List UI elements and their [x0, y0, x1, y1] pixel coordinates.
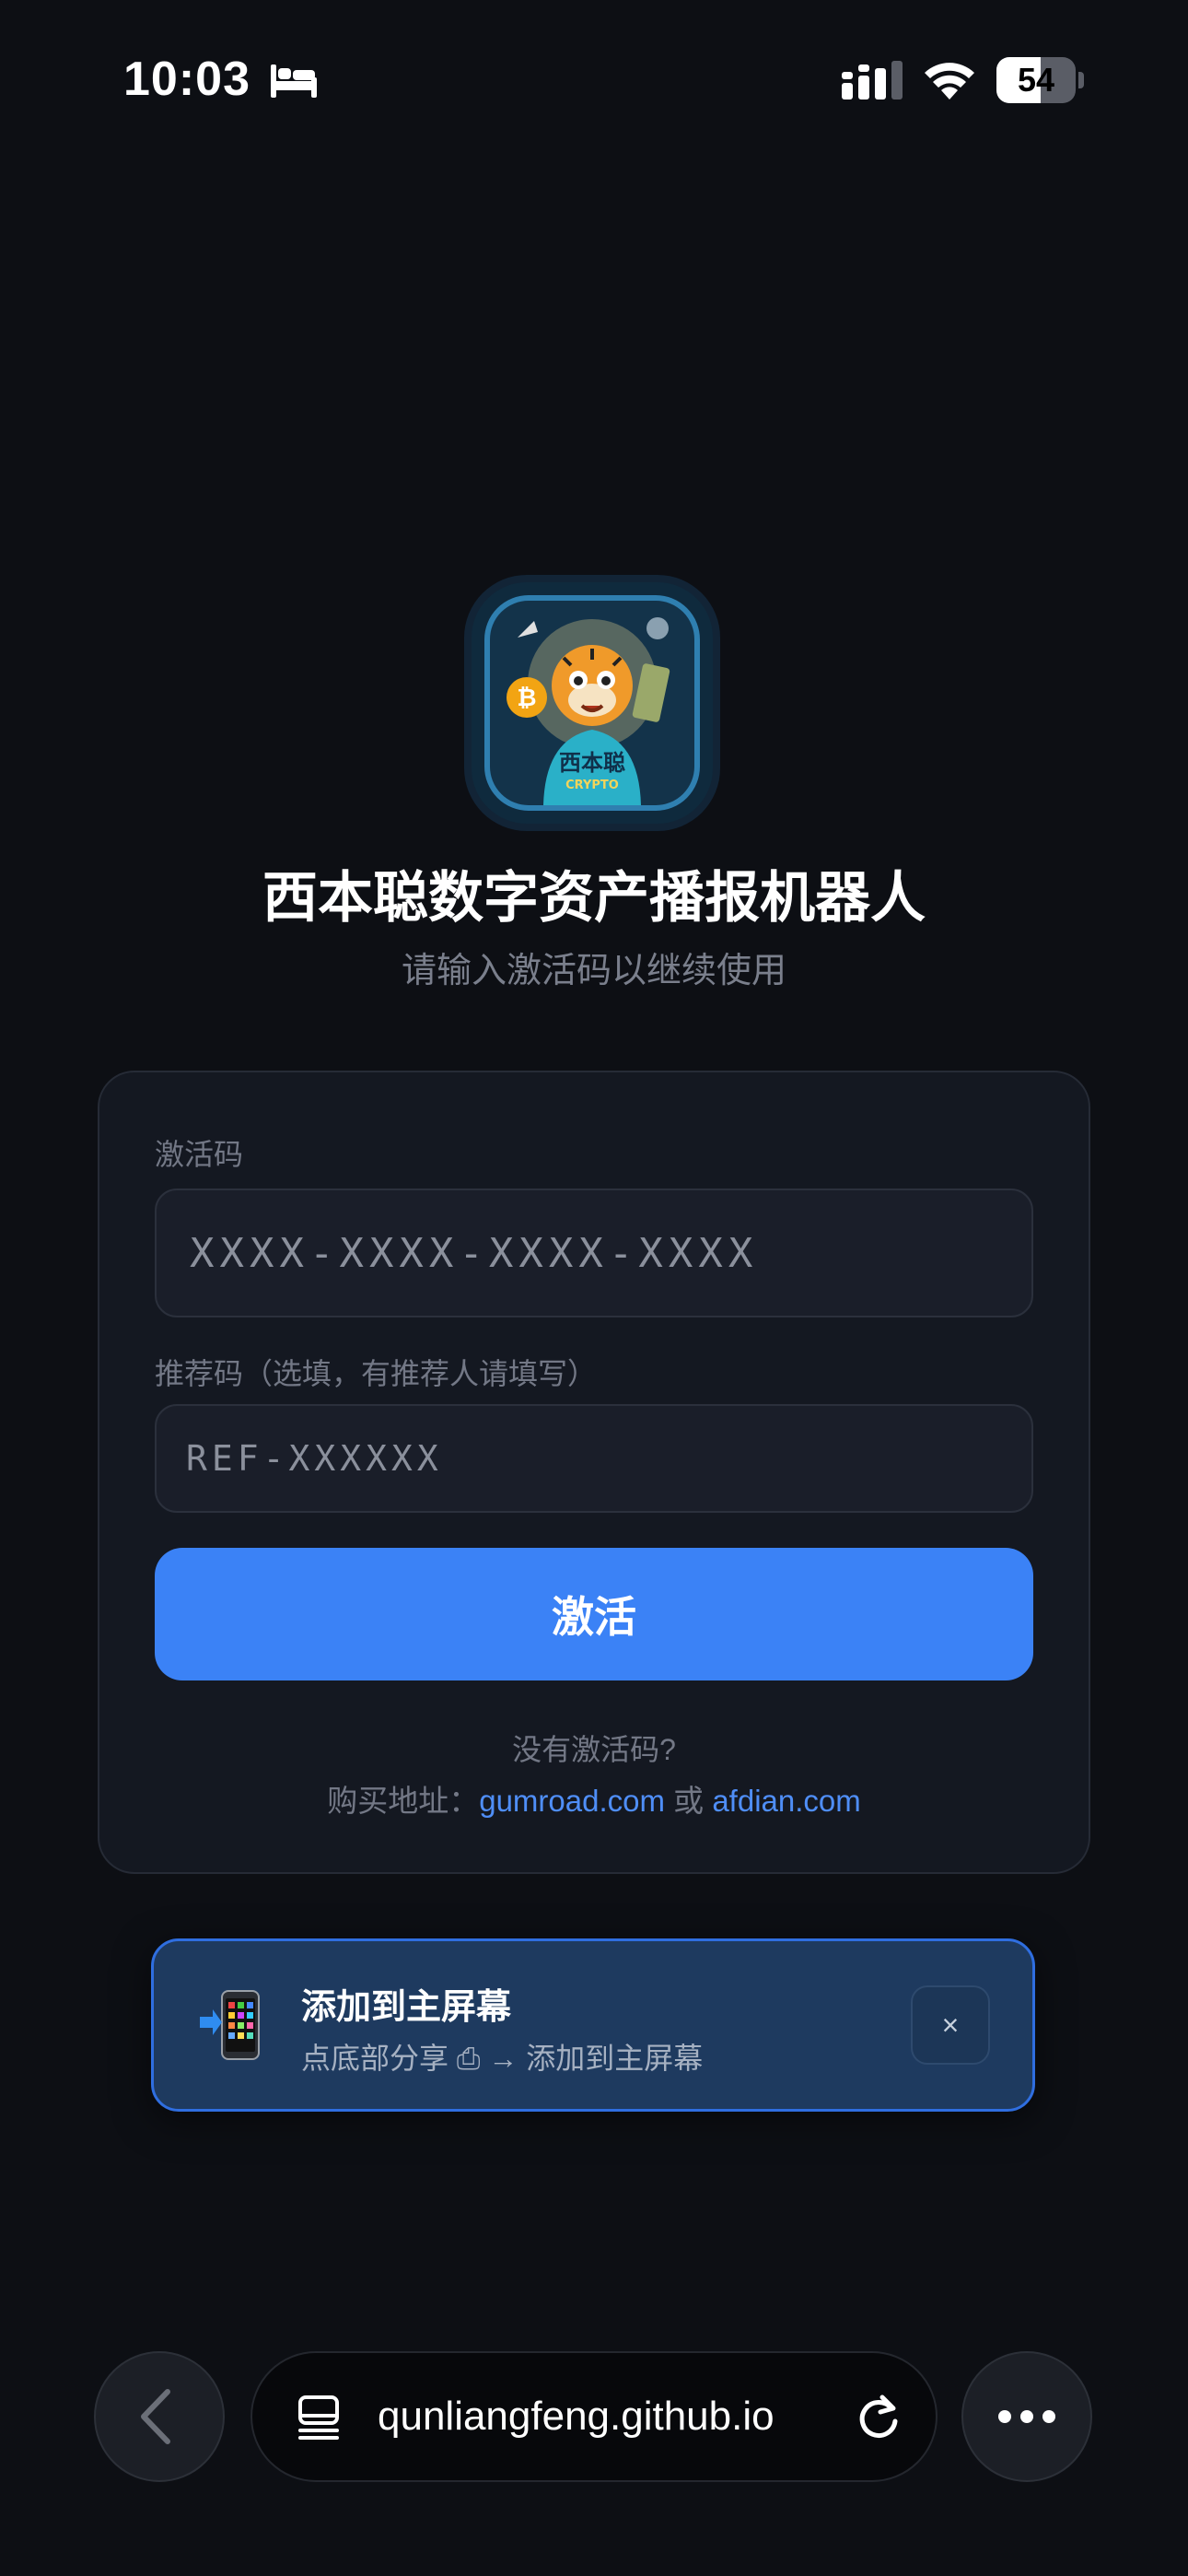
afdian-link[interactable]: afdian.com — [712, 1784, 860, 1818]
logo-subtext: CRYPTO — [565, 779, 619, 792]
reload-icon[interactable] — [855, 2394, 903, 2441]
browser-back-button[interactable] — [94, 2351, 225, 2482]
battery-level: 54 — [1017, 61, 1055, 99]
url-text: qunliangfeng.github.io — [378, 2394, 775, 2439]
activation-code-label: 激活码 — [155, 1138, 244, 1171]
purchase-or: 或 — [664, 1784, 713, 1818]
app-subtitle: 请输入激活码以继续使用 — [401, 952, 786, 990]
activation-code-input[interactable] — [155, 1188, 1033, 1317]
svg-text:₿: ₿ — [517, 685, 536, 712]
referral-code-label: 推荐码（选填，有推荐人请填写） — [155, 1357, 598, 1390]
cellular-signal-icon — [842, 61, 903, 100]
address-bar[interactable]: qunliangfeng.github.io — [250, 2351, 938, 2482]
sleep-focus-icon — [271, 64, 317, 98]
tabs-icon — [298, 2395, 339, 2440]
wifi-icon — [925, 63, 974, 100]
logo-text: 西本聪 — [559, 750, 625, 776]
banner-description: 点底部分享 ⎙ → 添加到主屏幕 — [301, 2042, 704, 2075]
more-options-button[interactable] — [961, 2351, 1092, 2482]
add-to-home-banner: 添加到主屏幕 点底部分享 ⎙ → 添加到主屏幕 × — [151, 1938, 1035, 2112]
activate-button[interactable]: 激活 — [155, 1548, 1033, 1680]
close-banner-button[interactable]: × — [911, 1985, 990, 2065]
referral-code-input[interactable] — [155, 1404, 1033, 1513]
tiger-mascot-icon: ₿ 西本聪 CRYPTO — [507, 617, 670, 805]
battery-indicator: 54 — [996, 57, 1085, 103]
chevron-left-icon — [141, 2389, 170, 2444]
app-logo: ₿ 西本聪 CRYPTO — [472, 582, 713, 824]
banner-title: 添加到主屏幕 — [301, 1988, 512, 2027]
purchase-prefix: 购买地址： — [327, 1784, 480, 1818]
status-time: 10:03 — [123, 53, 250, 106]
gumroad-link[interactable]: gumroad.com — [479, 1784, 665, 1818]
purchase-links: 购买地址：gumroad.com 或 afdian.com — [0, 1776, 1188, 1821]
ellipsis-icon — [998, 2410, 1055, 2423]
no-code-text: 没有激活码? — [512, 1733, 676, 1766]
app-title: 西本聪数字资产播报机器人 — [262, 867, 926, 929]
mobile-phone-icon — [200, 1990, 260, 2060]
